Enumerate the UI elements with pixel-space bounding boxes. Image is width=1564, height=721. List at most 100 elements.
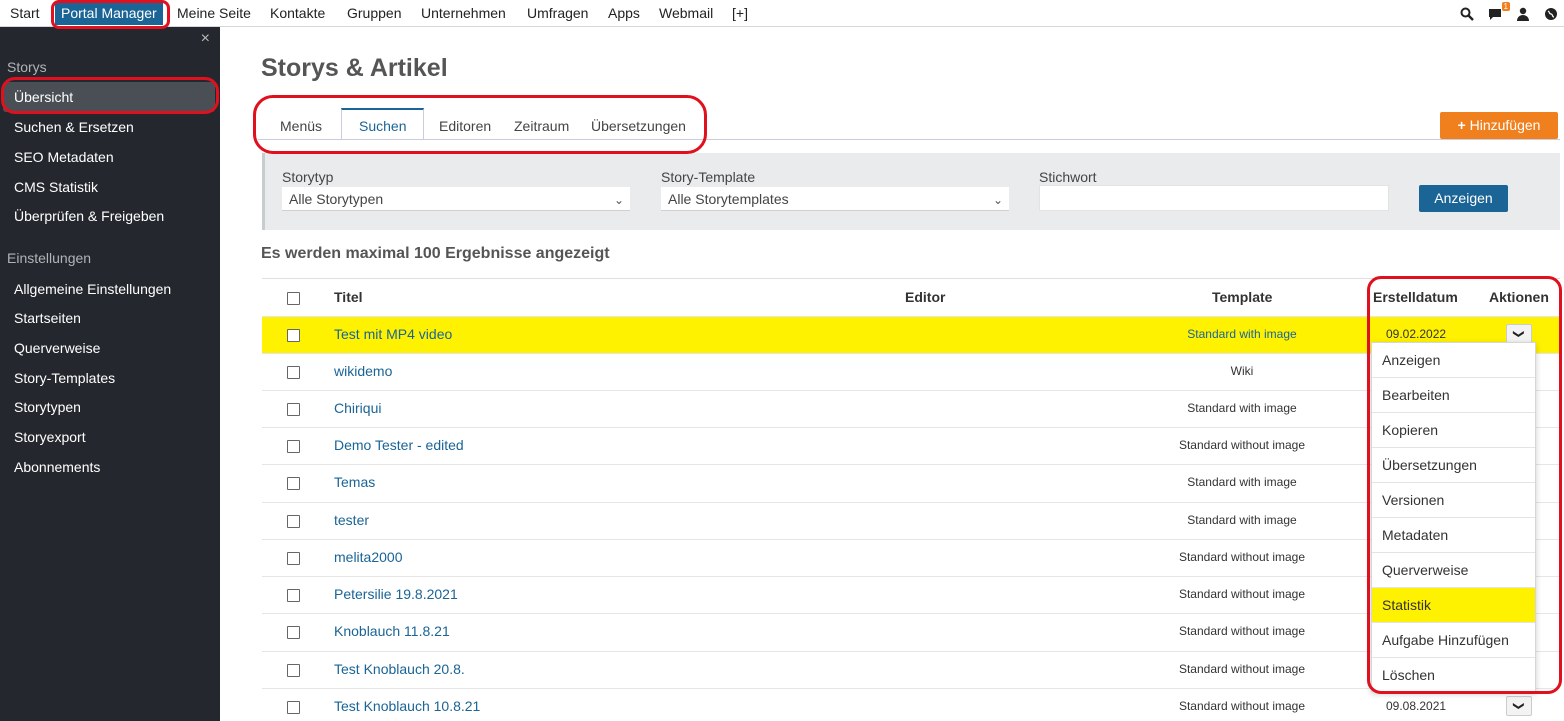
chevron-down-icon: ⌄: [992, 193, 1003, 207]
sidebar-item-seo-metadaten[interactable]: SEO Metadaten: [14, 149, 114, 165]
show-button[interactable]: Anzeigen: [1419, 185, 1508, 212]
storytyp-select-value: Alle Storytypen: [289, 191, 384, 207]
notification-badge: 1: [1501, 1, 1510, 11]
nav-add[interactable]: [+]: [732, 0, 748, 27]
row-actions-button[interactable]: ❯: [1506, 696, 1532, 716]
row-title-link[interactable]: wikidemo: [334, 363, 392, 379]
row-template: Standard without image: [1178, 550, 1306, 564]
chevron-down-icon: ❯: [1513, 329, 1525, 339]
table-row: Knoblauch 11.8.21 Standard without image: [262, 613, 1560, 650]
row-checkbox[interactable]: [287, 552, 300, 565]
add-button-label: Hinzufügen: [1469, 117, 1541, 133]
nav-webmail[interactable]: Webmail: [659, 0, 713, 27]
nav-start[interactable]: Start: [10, 0, 40, 27]
row-title-link[interactable]: Demo Tester - edited: [334, 437, 464, 453]
nav-portal-manager[interactable]: Portal Manager: [55, 2, 163, 25]
results-info: Es werden maximal 100 Ergebnisse angezei…: [261, 245, 610, 262]
table-header: Titel Editor Template Erstelldatum Aktio…: [262, 278, 1560, 316]
nav-umfragen[interactable]: Umfragen: [527, 0, 588, 27]
row-checkbox[interactable]: [287, 329, 300, 342]
header-template: Template: [1212, 289, 1273, 305]
menu-item-übersetzungen[interactable]: Übersetzungen: [1372, 448, 1535, 483]
menu-item-metadaten[interactable]: Metadaten: [1372, 518, 1535, 553]
keyword-input[interactable]: [1039, 185, 1389, 211]
row-checkbox[interactable]: [287, 477, 300, 490]
row-title-link[interactable]: Test Knoblauch 10.8.21: [334, 698, 480, 714]
add-button[interactable]: + Hinzufügen: [1440, 112, 1558, 139]
menu-item-statistik[interactable]: Statistik: [1372, 588, 1535, 623]
page-title: Storys & Artikel: [261, 54, 448, 82]
nav-unternehmen[interactable]: Unternehmen: [421, 0, 506, 27]
sidebar-item-querverweise[interactable]: Querverweise: [14, 340, 100, 356]
menu-item-kopieren[interactable]: Kopieren: [1372, 413, 1535, 448]
row-checkbox[interactable]: [287, 701, 300, 714]
user-icon[interactable]: [1516, 7, 1530, 21]
row-title-link[interactable]: Temas: [334, 474, 375, 490]
sidebar-item-cms-statistik[interactable]: CMS Statistik: [14, 179, 98, 195]
sidebar-item-uebersicht[interactable]: Übersicht: [3, 82, 215, 112]
row-checkbox[interactable]: [287, 589, 300, 602]
sidebar-item-ueberpruefen[interactable]: Überprüfen & Freigeben: [14, 208, 164, 224]
sidebar-section-einstellungen: Einstellungen: [7, 250, 92, 266]
sidebar-item-allgemeine-einstellungen[interactable]: Allgemeine Einstellungen: [14, 281, 171, 297]
header-title: Titel: [334, 289, 363, 305]
nav-meine-seite[interactable]: Meine Seite: [177, 0, 251, 27]
sidebar-section-storys: Storys: [7, 59, 47, 75]
select-all-checkbox[interactable]: [287, 292, 300, 305]
row-title-link[interactable]: Chiriqui: [334, 400, 381, 416]
menu-item-löschen[interactable]: Löschen: [1372, 658, 1535, 693]
tab-zeitraum[interactable]: Zeitraum: [514, 108, 569, 140]
globe-icon[interactable]: [1544, 7, 1558, 21]
tab-menues[interactable]: Menüs: [280, 108, 322, 140]
header-editor: Editor: [905, 289, 946, 305]
close-icon[interactable]: ×: [201, 30, 210, 48]
search-icon[interactable]: [1460, 7, 1474, 21]
row-actions-button[interactable]: ❯: [1506, 324, 1532, 344]
row-checkbox[interactable]: [287, 515, 300, 528]
chat-icon[interactable]: 1: [1488, 1, 1510, 21]
nav-gruppen[interactable]: Gruppen: [347, 0, 401, 27]
sidebar-item-story-templates[interactable]: Story-Templates: [14, 370, 115, 386]
sidebar-item-storyexport[interactable]: Storyexport: [14, 429, 86, 445]
top-navigation: Start Portal Manager Meine Seite Kontakt…: [0, 0, 1564, 27]
tab-editoren[interactable]: Editoren: [439, 108, 491, 140]
row-template: Standard with image: [1187, 475, 1297, 489]
row-title-link[interactable]: Test Knoblauch 20.8.: [334, 661, 465, 677]
row-title-link[interactable]: Petersilie 19.8.2021: [334, 586, 458, 602]
row-checkbox[interactable]: [287, 626, 300, 639]
row-title-link[interactable]: Test mit MP4 video: [334, 326, 452, 342]
tab-uebersetzungen[interactable]: Übersetzungen: [591, 108, 686, 140]
menu-item-bearbeiten[interactable]: Bearbeiten: [1372, 378, 1535, 413]
template-select-value: Alle Storytemplates: [668, 191, 789, 207]
row-checkbox[interactable]: [287, 366, 300, 379]
storytyp-select[interactable]: Alle Storytypen ⌄: [282, 187, 630, 211]
row-checkbox[interactable]: [287, 403, 300, 416]
row-title-link[interactable]: Knoblauch 11.8.21: [334, 623, 450, 639]
sidebar-item-abonnements[interactable]: Abonnements: [14, 459, 100, 475]
row-created-date: 09.08.2021: [1386, 699, 1447, 713]
row-template: Standard without image: [1178, 699, 1306, 713]
row-template: Standard with image: [1187, 401, 1297, 415]
menu-item-querverweise[interactable]: Querverweise: [1372, 553, 1535, 588]
sidebar-item-storytypen[interactable]: Storytypen: [14, 399, 81, 415]
tab-suchen[interactable]: Suchen: [341, 108, 425, 140]
row-title-link[interactable]: melita2000: [334, 549, 403, 565]
row-checkbox[interactable]: [287, 440, 300, 453]
chevron-down-icon: ⌄: [613, 193, 624, 207]
sidebar-item-suchen-ersetzen[interactable]: Suchen & Ersetzen: [14, 119, 134, 135]
plus-icon: +: [1457, 117, 1466, 133]
storytyp-label: Storytyp: [282, 169, 334, 185]
sidebar: × Storys Übersicht Suchen & Ersetzen SEO…: [0, 27, 220, 721]
table-row: tester Standard with image: [262, 502, 1560, 539]
row-checkbox[interactable]: [287, 664, 300, 677]
nav-kontakte[interactable]: Kontakte: [270, 0, 325, 27]
menu-item-aufgabe-hinzufügen[interactable]: Aufgabe Hinzufügen: [1372, 623, 1535, 658]
sidebar-item-startseiten[interactable]: Startseiten: [14, 310, 81, 326]
actions-menu: Anzeigen Bearbeiten Kopieren Übersetzungen V…: [1371, 342, 1536, 693]
menu-item-anzeigen[interactable]: Anzeigen: [1372, 343, 1535, 378]
row-title-link[interactable]: tester: [334, 512, 369, 528]
template-select[interactable]: Alle Storytemplates ⌄: [661, 187, 1009, 211]
menu-item-versionen[interactable]: Versionen: [1372, 483, 1535, 518]
row-template: Standard without image: [1178, 587, 1306, 601]
nav-apps[interactable]: Apps: [608, 0, 640, 27]
